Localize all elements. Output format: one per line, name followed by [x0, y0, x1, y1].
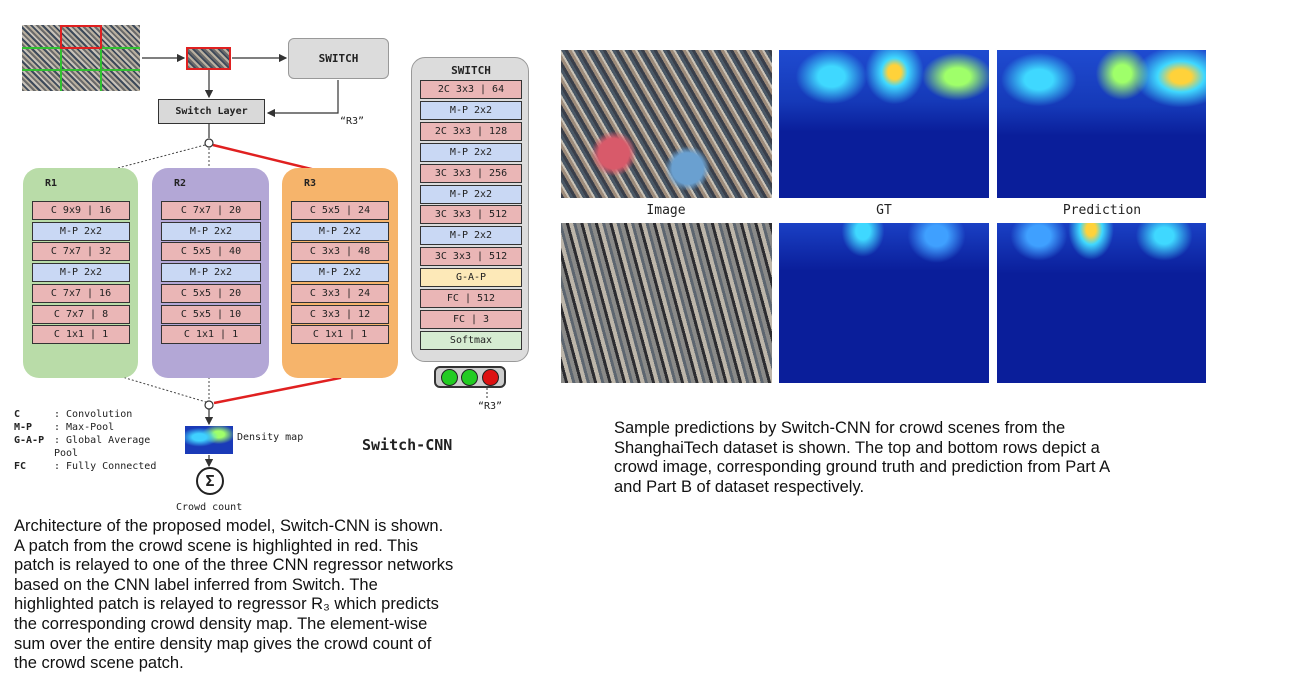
regressor-r1-layer: M-P 2x2	[32, 221, 130, 241]
legend-value-fc: : Fully Connected	[54, 461, 157, 472]
density-map-label: Density map	[237, 432, 304, 443]
caption-line: patch is relayed to one of the three CNN…	[14, 556, 454, 575]
caption-line: Sample predictions by Switch-CNN for cro…	[614, 419, 1066, 437]
crowd-image	[22, 25, 140, 91]
caption-line: highlighted patch is relayed to regresso…	[14, 595, 439, 614]
regressor-r2-layer: C 7x7 | 20	[161, 201, 261, 220]
switch-layer-label: Switch Layer	[175, 106, 248, 117]
legend-value-c: : Convolution	[54, 409, 133, 420]
caption-line: A patch from the crowd scene is highligh…	[14, 536, 419, 555]
column-label-gt: GT	[876, 203, 892, 218]
patch-thumbnail	[186, 47, 231, 70]
regressor-r3-layer: C 3x3 | 12	[291, 304, 389, 324]
sum-symbol: Σ	[205, 472, 215, 490]
switch-network-layer: M-P 2x2	[420, 226, 522, 246]
regressor-r3-layer: C 3x3 | 48	[291, 242, 389, 262]
result-image-part-b	[561, 223, 772, 383]
regressor-r2-name: R2	[174, 178, 187, 189]
caption-line: the crowd scene patch.	[14, 654, 184, 673]
switch-network-layer: 3C 3x3 | 512	[420, 205, 522, 225]
highlighted-patch-outline	[60, 25, 102, 49]
result-prediction-part-b	[997, 223, 1206, 383]
switch-network-layer: M-P 2x2	[420, 100, 522, 120]
result-gt-part-a	[779, 50, 989, 198]
result-image-part-a	[561, 50, 772, 198]
results-caption: Sample predictions by Switch-CNN for cro…	[614, 419, 1197, 497]
model-name: Switch-CNN	[362, 436, 453, 454]
switch-network-title: SWITCH	[451, 64, 491, 77]
switch-network-layer: M-P 2x2	[420, 184, 522, 204]
regressor-r2-layer: C 5x5 | 40	[161, 242, 261, 262]
regressor-r3-layer: M-P 2x2	[291, 263, 389, 283]
result-gt-part-b	[779, 223, 989, 383]
legend-key-gap: G-A-P	[14, 435, 45, 446]
crowd-count-label: Crowd count	[176, 502, 243, 513]
light-r1-icon	[440, 368, 458, 386]
caption-line: based on the CNN label inferred from Swi…	[14, 575, 378, 594]
caption-line: Architecture of the proposed model, Swit…	[14, 517, 444, 535]
switch-network-layer: G-A-P	[420, 268, 522, 288]
legend-key-mp: M-P	[14, 422, 33, 433]
switch-network-layer: 2C 3x3 | 128	[420, 121, 522, 141]
light-r2-icon	[461, 368, 479, 386]
density-map-thumbnail	[185, 426, 233, 454]
regressor-r2-layer: M-P 2x2	[161, 263, 261, 283]
regressor-r2-layer: C 5x5 | 20	[161, 283, 261, 303]
regressor-r2-layer: M-P 2x2	[161, 221, 261, 241]
architecture-caption: Architecture of the proposed model, Swit…	[14, 517, 514, 674]
regressor-r1-layer: M-P 2x2	[32, 263, 130, 283]
legend-key-fc: FC	[14, 461, 27, 472]
switch-network-layer: FC | 3	[420, 309, 522, 329]
switch-layer: Switch Layer	[158, 99, 265, 124]
switch-network-layer: FC | 512	[420, 289, 522, 308]
r3-label-bottom: “R3”	[478, 401, 503, 412]
switch-network-layer: M-P 2x2	[420, 142, 522, 162]
regressor-r1-name: R1	[45, 178, 58, 189]
switch-box-label: SWITCH	[318, 52, 359, 65]
regressor-r1-layer: C 9x9 | 16	[32, 201, 130, 220]
switch-network-layer: 3C 3x3 | 256	[420, 163, 522, 183]
regressor-r3-layer: M-P 2x2	[291, 221, 389, 241]
regressor-r2-layer: C 5x5 | 10	[161, 304, 261, 324]
switch-box: SWITCH	[288, 38, 389, 79]
caption-line: and Part B of dataset respectively.	[614, 477, 865, 496]
regressor-r3-layer: C 5x5 | 24	[291, 201, 389, 220]
legend-value-gap: : Global Average	[54, 435, 151, 446]
caption-line: sum over the entire density map gives th…	[14, 634, 432, 653]
regressor-r2-layer: C 1x1 | 1	[161, 325, 261, 345]
regressor-r3-layer: C 1x1 | 1	[291, 325, 389, 345]
switch-network-layer: 2C 3x3 | 64	[420, 80, 522, 99]
regressor-r1-layer: C 7x7 | 32	[32, 242, 130, 262]
r3-label-top: “R3”	[340, 116, 365, 127]
caption-line: ShanghaiTech dataset is shown. The top a…	[614, 438, 1100, 457]
column-label-prediction: Prediction	[1062, 203, 1142, 218]
legend-value-gap-cont: Pool	[54, 448, 79, 459]
legend-key-c: C	[14, 409, 21, 420]
architecture-diagram: SWITCH “R3” Switch Layer R1 R2 R3 C 9x9 …	[0, 0, 560, 520]
regressor-r1-layer: C 7x7 | 8	[32, 304, 130, 324]
sum-node: Σ	[196, 467, 224, 495]
switch-network-layer: 3C 3x3 | 512	[420, 247, 522, 267]
legend-value-mp: : Max-Pool	[54, 422, 115, 433]
light-r3-icon	[482, 368, 500, 386]
caption-line: crowd image, corresponding ground truth …	[614, 458, 1111, 477]
switch-output-lights	[434, 366, 506, 388]
regressor-r1-layer: C 7x7 | 16	[32, 283, 130, 303]
switch-network-layer: Softmax	[420, 330, 522, 350]
regressor-r3-layer: C 3x3 | 24	[291, 283, 389, 303]
regressor-r1-layer: C 1x1 | 1	[32, 325, 130, 345]
caption-line: the corresponding crowd density map. The…	[14, 614, 428, 633]
column-label-image: Image	[646, 203, 686, 218]
result-prediction-part-a	[997, 50, 1206, 198]
regressor-r3-name: R3	[304, 178, 317, 189]
